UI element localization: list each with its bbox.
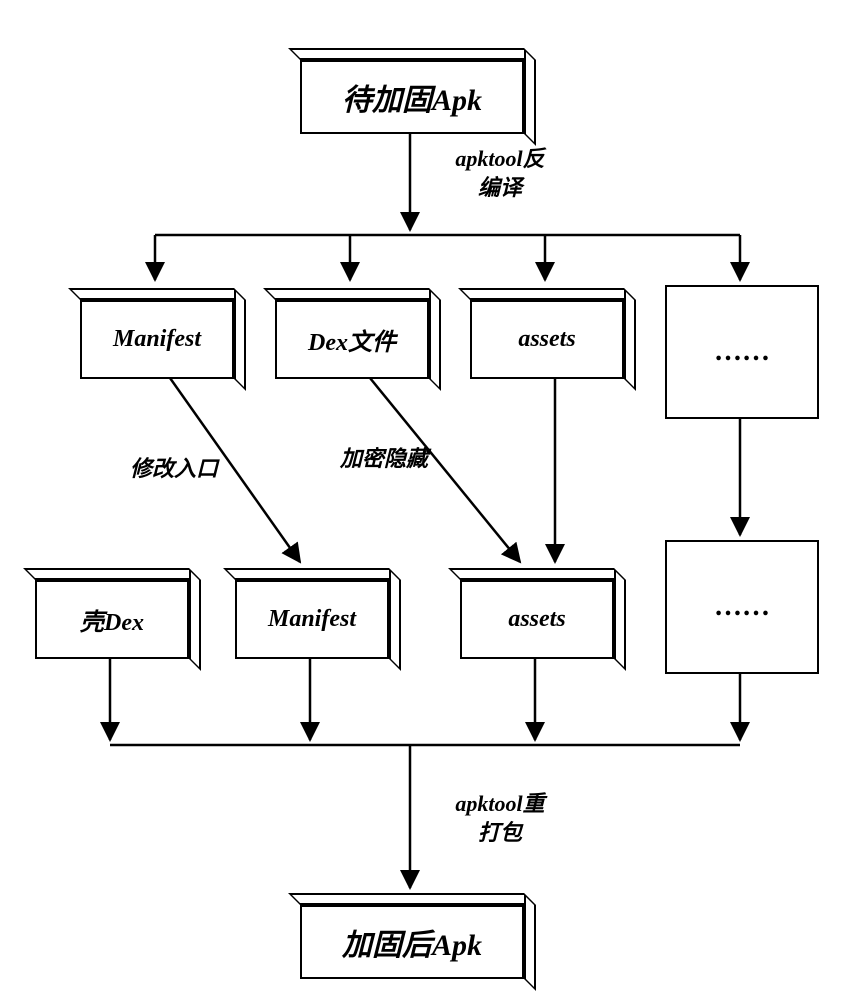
node-shell-dex: 壳Dex (35, 580, 189, 659)
node-dex-orig: Dex文件 (275, 300, 429, 379)
label-modify-entry: 修改入口 (130, 455, 218, 484)
node-manifest-orig: Manifest (80, 300, 234, 379)
node-label: …… (714, 336, 770, 368)
node-assets-orig: assets (470, 300, 624, 379)
node-label: 待加固Apk (342, 75, 482, 119)
node-label: Dex文件 (308, 322, 396, 357)
node-label: assets (518, 326, 575, 353)
node-label: 加固后Apk (342, 920, 482, 964)
node-label: Manifest (268, 606, 356, 633)
node-input-apk: 待加固Apk (300, 60, 524, 134)
node-manifest-new: Manifest (235, 580, 389, 659)
node-label: Manifest (113, 326, 201, 353)
node-assets-new: assets (460, 580, 614, 659)
label-repack: apktool重 打包 (420, 790, 580, 847)
node-output-apk: 加固后Apk (300, 905, 524, 979)
node-label: …… (714, 591, 770, 623)
node-label: 壳Dex (80, 602, 144, 637)
node-others-orig: …… (665, 285, 819, 419)
label-decompile: apktool反 编译 (420, 145, 580, 202)
label-encrypt-hide: 加密隐藏 (340, 445, 428, 474)
node-others-new: …… (665, 540, 819, 674)
node-label: assets (508, 606, 565, 633)
